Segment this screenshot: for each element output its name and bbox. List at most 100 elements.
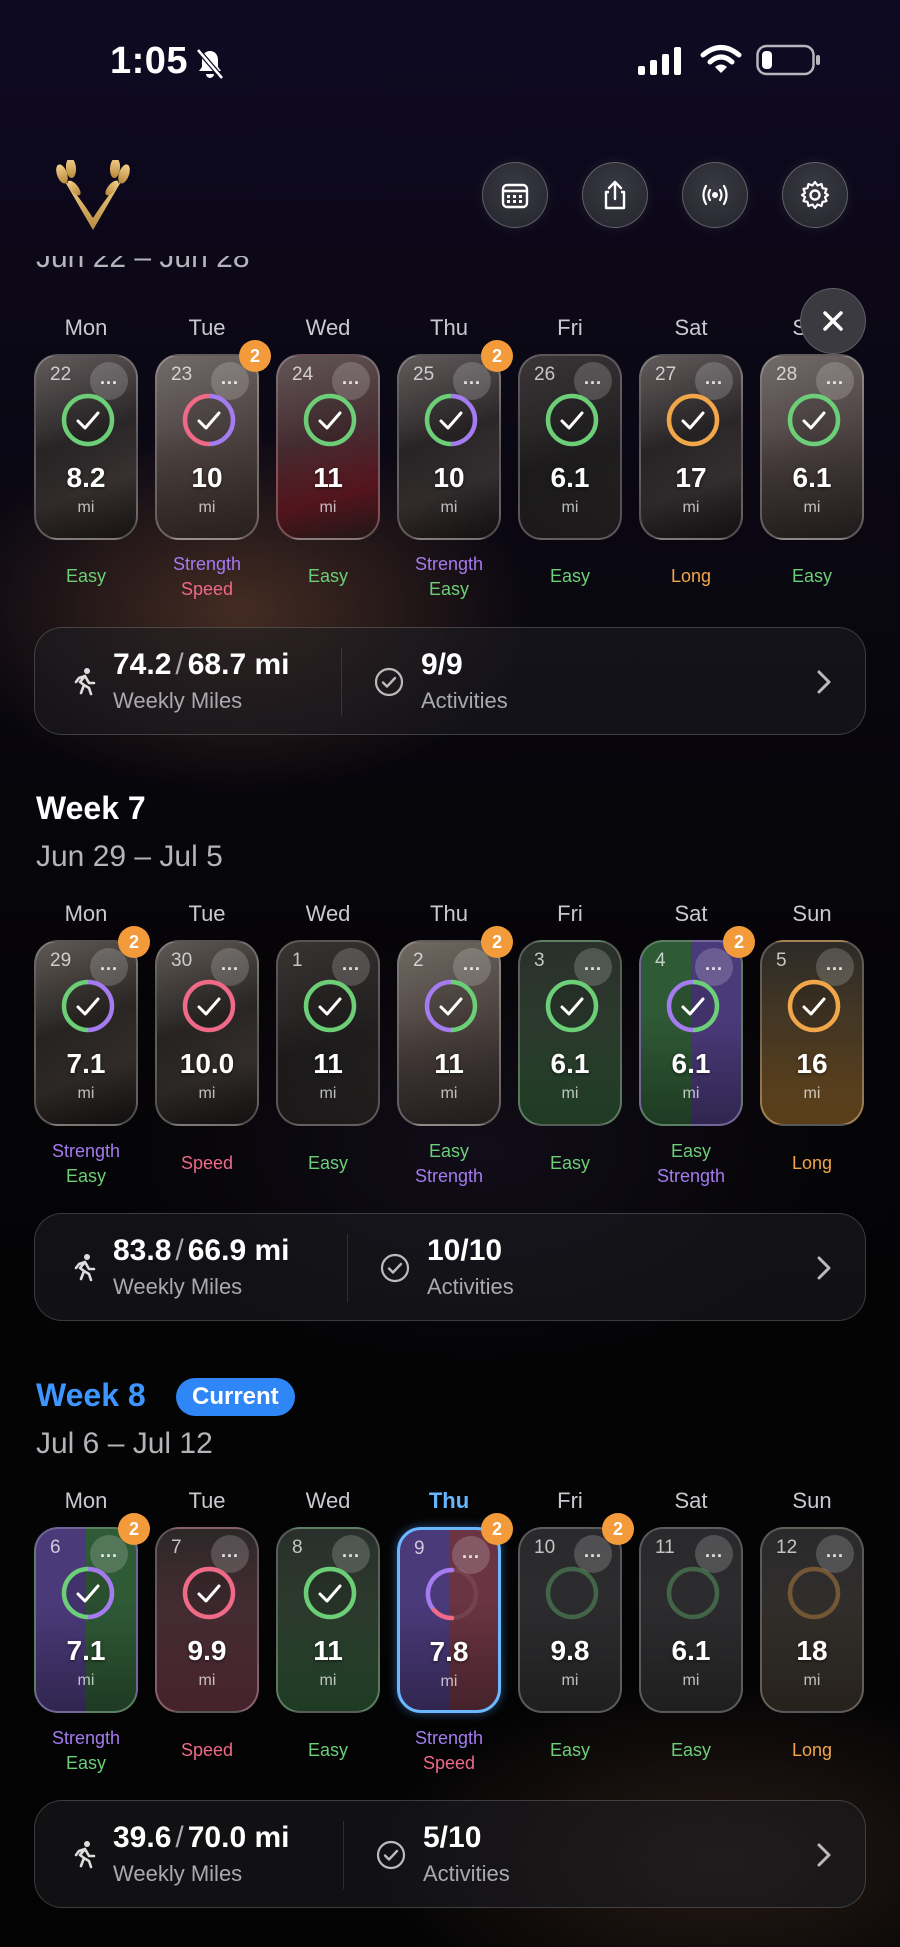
tile-distance: 11 xyxy=(313,462,343,493)
weekly-miles-value: 83.8/66.9 mi xyxy=(113,1234,289,1268)
weekday-label-sun: Sun xyxy=(792,901,832,926)
day-tile[interactable]: 6... 7.1 mi xyxy=(34,1527,138,1713)
day-tile[interactable]: 5... 16 mi xyxy=(760,940,864,1126)
completed-ring-icon xyxy=(182,979,236,1033)
day-tile[interactable]: 3... 6.1 mi xyxy=(518,940,622,1126)
workout-type-label: Strength Easy xyxy=(26,1139,146,1189)
weekday-label-fri: Fri xyxy=(557,901,583,926)
tile-distance: 9.9 xyxy=(187,1635,227,1666)
workout-type-label: Strength Speed xyxy=(147,552,267,602)
weekday-label-tue: Tue xyxy=(188,315,226,340)
day-tile[interactable]: 26... 6.1 mi xyxy=(518,354,622,540)
current-week-badge: Current xyxy=(176,1378,295,1416)
weekly-miles-value: 39.6/70.0 mi xyxy=(113,1821,289,1855)
summary-divider xyxy=(347,1234,348,1302)
workout-type-long: Long xyxy=(791,1153,833,1173)
weekly-summary-card[interactable]: 83.8/66.9 mi Weekly Miles 10/10 Activities xyxy=(34,1213,866,1321)
day-tile[interactable]: 25... 10 mi xyxy=(397,354,501,540)
share-button[interactable] xyxy=(582,162,648,228)
runner-icon xyxy=(74,668,96,696)
calendar-button[interactable] xyxy=(482,162,548,228)
runner-icon xyxy=(74,1254,96,1282)
day-tile[interactable]: 10... 9.8 mi xyxy=(518,1527,622,1713)
tile-date: 11 xyxy=(655,1537,675,1558)
workout-type-long: Long xyxy=(791,1740,833,1760)
tile-distance: 7.1 xyxy=(66,1635,106,1666)
weekday-label-fri: Fri xyxy=(557,315,583,340)
share-icon xyxy=(604,180,626,210)
check-circle-icon xyxy=(374,667,404,697)
day-tile[interactable]: 22... 8.2 mi xyxy=(34,354,138,540)
tile-distance: 8.2 xyxy=(66,462,106,493)
tile-unit: mi xyxy=(803,1672,821,1689)
tile-date: 9 xyxy=(414,1538,425,1559)
workout-type-easy: Easy xyxy=(549,1153,591,1173)
weekly-summary-card[interactable]: 39.6/70.0 mi Weekly Miles 5/10 Activities xyxy=(34,1800,866,1908)
weekday-label-fri: Fri xyxy=(557,1488,583,1513)
workout-type-label: Speed xyxy=(147,1151,267,1176)
workout-type-strength: Strength xyxy=(172,554,242,574)
workout-type-label: Strength Speed xyxy=(389,1726,509,1776)
weekday-label-sat: Sat xyxy=(674,315,708,340)
tile-date: 26 xyxy=(534,364,556,385)
day-tile[interactable]: 30... 10.0 mi xyxy=(155,940,259,1126)
chevron-right-icon xyxy=(817,1843,831,1867)
close-button[interactable] xyxy=(800,288,866,354)
workout-type-easy: Easy xyxy=(65,1166,107,1186)
workout-type-label: Easy xyxy=(268,1738,388,1763)
day-tile[interactable]: 28... 6.1 mi xyxy=(760,354,864,540)
day-tile[interactable]: 1... 11 mi xyxy=(276,940,380,1126)
workout-type-easy: Easy xyxy=(65,566,107,586)
runner-icon xyxy=(74,1841,96,1869)
tile-date: 24 xyxy=(292,364,314,385)
weekly-summary-card[interactable]: 74.2/68.7 mi Weekly Miles 9/9 Activities xyxy=(34,627,866,735)
workout-type-strength: Strength xyxy=(414,1728,484,1748)
activities-value: 10/10 xyxy=(427,1234,503,1267)
activity-count-badge: 2 xyxy=(481,926,513,958)
workout-type-long: Long xyxy=(670,566,712,586)
workout-type-label: Easy xyxy=(268,564,388,589)
week-title-current: Week 8 xyxy=(36,1377,146,1413)
wifi-icon xyxy=(700,45,742,73)
workout-type-easy: Easy xyxy=(549,566,591,586)
completed-ring-icon xyxy=(61,1566,115,1620)
day-tile[interactable]: 23... 10 mi xyxy=(155,354,259,540)
tile-date: 5 xyxy=(776,950,787,971)
miles-target: 68.7 mi xyxy=(187,648,290,681)
empty-ring-icon xyxy=(787,1566,841,1620)
workout-type-easy: Easy xyxy=(307,1740,349,1760)
cellular-signal-icon xyxy=(638,47,681,75)
day-tile[interactable]: 11... 6.1 mi xyxy=(639,1527,743,1713)
tile-date: 23 xyxy=(171,364,193,385)
weekday-label-tue: Tue xyxy=(188,901,226,926)
completed-ring-icon xyxy=(424,979,478,1033)
tile-unit: mi xyxy=(198,1085,216,1102)
tile-date: 6 xyxy=(50,1537,61,1558)
workout-type-label: Easy Strength xyxy=(631,1139,751,1189)
day-tile[interactable]: 8... 11 mi xyxy=(276,1527,380,1713)
day-tile[interactable]: 24... 11 mi xyxy=(276,354,380,540)
day-tile[interactable]: 9... 7.8 mi xyxy=(397,1527,501,1713)
summary-divider xyxy=(341,648,342,716)
miles-done: 83.8 xyxy=(113,1234,172,1267)
weekday-label-wed: Wed xyxy=(305,315,351,340)
laurel-v-logo xyxy=(56,160,130,230)
day-tile[interactable]: 4... 6.1 mi xyxy=(639,940,743,1126)
miles-done: 74.2 xyxy=(113,648,172,681)
weekday-label-mon: Mon xyxy=(64,1488,108,1513)
tile-unit: mi xyxy=(682,1672,700,1689)
week-range: Jul 6 – Jul 12 xyxy=(36,1427,213,1460)
tile-date: 22 xyxy=(50,364,72,385)
day-tile[interactable]: 27... 17 mi xyxy=(639,354,743,540)
day-tile[interactable]: 12... 18 mi xyxy=(760,1527,864,1713)
tile-unit: mi xyxy=(440,499,458,516)
day-tile[interactable]: 7... 9.9 mi xyxy=(155,1527,259,1713)
workout-type-label: Long xyxy=(631,564,751,589)
workout-type-easy: Easy xyxy=(791,566,833,586)
day-tile[interactable]: 29... 7.1 mi xyxy=(34,940,138,1126)
settings-button[interactable] xyxy=(782,162,848,228)
activity-count-badge: 2 xyxy=(602,1513,634,1545)
tile-date: 7 xyxy=(171,1537,182,1558)
broadcast-button[interactable] xyxy=(682,162,748,228)
day-tile[interactable]: 2... 11 mi xyxy=(397,940,501,1126)
